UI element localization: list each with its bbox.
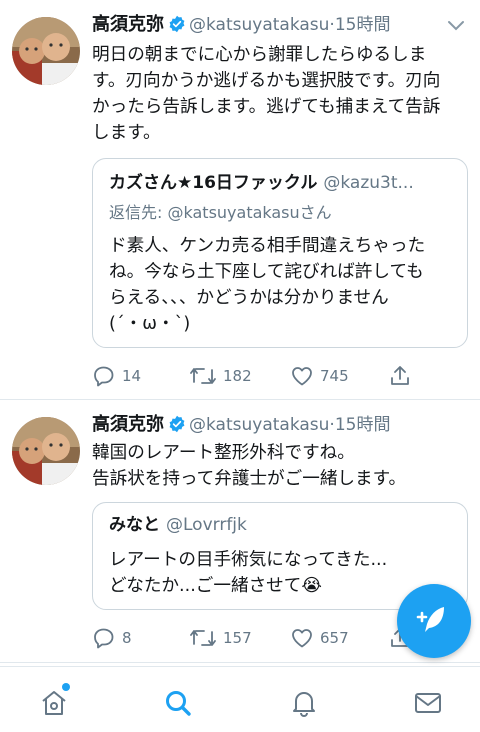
reply-to-suffix: さん [299,203,332,222]
bottom-tab-bar [0,666,480,732]
retweet-button[interactable]: 157 [189,625,252,651]
quoted-text-line: ね。今なら土下座して詫びれば許しても [109,262,424,282]
reply-to-user[interactable]: @katsuyatakasu [168,203,300,222]
tab-home[interactable] [38,687,70,719]
quoted-author-name: みなと [109,515,160,535]
quoted-text-line: らえる、、、かどうかは分かりません [109,288,389,308]
quoted-tweet-text: レアートの目手術気になってきた... どなたか...ご一緒させて😭 [109,547,457,599]
quoted-text-line: ド素人、ケンカ売る相手間違えちゃった [109,236,426,256]
unread-dot [62,683,70,691]
retweet-count: 182 [223,367,252,385]
tweet-header: 高須克弥 @katsuyatakasu·15時間 [92,12,464,38]
tab-search[interactable] [162,687,194,719]
retweet-icon [190,630,216,646]
avatar[interactable] [12,417,80,485]
quoted-text-line: どなたか...ご一緒させて😭 [109,576,322,596]
quoted-author-name: カズさん★16日ファックル [109,173,318,193]
quoted-tweet[interactable]: カズさん★16日ファックル @kazu3t... 返信先: @katsuyatak… [92,158,468,348]
search-icon [166,691,191,716]
quoted-text-line: (´・ω・`) [109,314,191,334]
home-icon [42,691,66,715]
like-icon [292,367,312,386]
reply-count: 14 [122,367,142,385]
retweet-count: 157 [223,629,252,647]
reply-icon [94,366,114,387]
tweet-actions: 14 182 745 [92,363,472,389]
like-icon [292,629,312,648]
retweet-icon [190,368,216,384]
quoted-tweet-header: カズさん★16日ファックル @kazu3t... [109,171,455,195]
tweet-text-line: します。 [92,123,161,143]
like-button[interactable]: 657 [290,625,349,651]
reply-count: 8 [122,629,132,647]
author-handle[interactable]: @katsuyatakasu [189,415,329,435]
tweet-text-line: かったら告訴します。逃げても捕まえて告訴 [92,97,441,117]
quoted-text-line: レアートの目手術気になってきた... [109,550,388,570]
tweet-text: 韓国のレアート整形外科ですね。 告訴状を持って弁護士がご一緒します。 [92,440,470,492]
verified-icon [169,15,185,33]
verified-icon [169,415,185,433]
quoted-author-handle: @Lovrrfjk [166,515,247,535]
like-count: 745 [320,367,349,385]
tab-messages[interactable] [412,687,444,719]
reply-icon [94,628,114,649]
quoted-author-handle: @kazu3t... [323,173,414,193]
tweet[interactable]: 高須克弥 @katsuyatakasu·15時間 明日の朝までに心から謝罪したらゆ… [0,0,480,400]
avatar[interactable] [12,17,80,85]
tweet-header: 高須克弥 @katsuyatakasu·15時間 [92,412,464,438]
divider [0,662,480,663]
retweet-button[interactable]: 182 [189,363,252,389]
reply-button[interactable]: 14 [92,363,141,389]
quoted-tweet-text: ド素人、ケンカ売る相手間違えちゃった ね。今なら土下座して詫びれば許しても らえ… [109,233,457,337]
tweet-text-line: 明日の朝までに心から謝罪したらゆるしま [92,45,427,65]
caret-down-icon[interactable] [446,19,466,33]
tweet-text-line: 告訴状を持って弁護士がご一緒します。 [92,469,407,489]
reply-button[interactable]: 8 [92,625,132,651]
reply-to-prefix: 返信先: [109,203,163,222]
share-icon [391,366,409,385]
like-count: 657 [320,629,349,647]
messages-icon [415,693,441,713]
timestamp[interactable]: 15時間 [335,15,391,35]
like-button[interactable]: 745 [290,363,349,389]
timestamp[interactable]: 15時間 [335,415,391,435]
share-button[interactable] [388,363,412,389]
author-handle[interactable]: @katsuyatakasu [189,15,329,35]
reply-to-line: 返信先: @katsuyatakasuさん [109,202,332,224]
quoted-tweet-header: みなと @Lovrrfjk [109,513,455,537]
compose-tweet-button[interactable] [397,584,471,658]
tweet-text-line: 韓国のレアート整形外科ですね。 [92,443,355,463]
author-name[interactable]: 高須克弥 [92,414,164,435]
tab-notifications[interactable] [288,687,320,719]
tweet-text-line: す。刃向かうか逃げるかも選択肢です。刃向 [92,71,441,91]
compose-icon [416,607,444,632]
notifications-icon [293,692,315,717]
tweet-text: 明日の朝までに心から謝罪したらゆるしま す。刃向かうか逃げるかも選択肢です。刃向… [92,42,470,146]
author-name[interactable]: 高須克弥 [92,14,164,35]
